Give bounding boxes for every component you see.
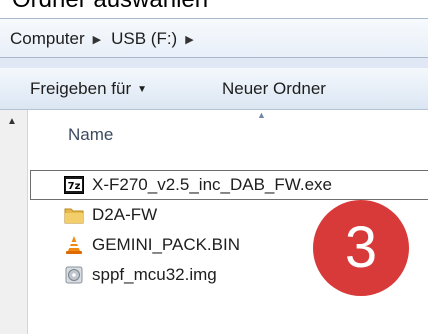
toolbar-spacer	[0, 58, 428, 68]
vlc-cone-icon	[64, 235, 84, 255]
step-number: 3	[344, 215, 378, 280]
new-folder-button[interactable]: Neuer Ordner	[222, 68, 326, 110]
folder-icon	[64, 205, 84, 225]
column-header-row: ▲ Name	[30, 110, 428, 154]
new-folder-label: Neuer Ordner	[222, 79, 326, 98]
breadcrumb-item-computer[interactable]: Computer	[8, 29, 87, 49]
dropdown-arrow-icon: ▼	[137, 83, 148, 95]
breadcrumb-item-usb[interactable]: USB (F:)	[109, 29, 179, 49]
file-name: GEMINI_PACK.BIN	[92, 235, 240, 254]
vertical-scrollbar[interactable]: ▲	[0, 110, 28, 334]
step-number-badge: 3	[313, 200, 409, 296]
file-row[interactable]: 7z X-F270_v2.5_inc_DAB_FW.exe	[30, 170, 428, 200]
file-name: X-F270_v2.5_inc_DAB_FW.exe	[92, 175, 333, 194]
column-header-name[interactable]: Name	[68, 125, 113, 145]
sort-ascending-icon: ▲	[257, 110, 266, 120]
window-caption-strip: Ordner auswählen	[0, 0, 428, 18]
breadcrumb: Computer ▶ USB (F:) ▶	[8, 19, 202, 59]
breadcrumb-chevron-icon[interactable]: ▶	[185, 33, 193, 46]
7zip-archive-icon: 7z	[64, 175, 84, 195]
share-with-label: Freigeben für	[30, 79, 132, 98]
share-with-button[interactable]: Freigeben für ▼	[30, 68, 147, 110]
breadcrumb-chevron-icon[interactable]: ▶	[93, 33, 101, 46]
file-name: sppf_mcu32.img	[92, 265, 217, 284]
scroll-up-arrow-icon[interactable]: ▲	[7, 116, 17, 127]
svg-text:7z: 7z	[68, 181, 81, 192]
window-caption: Ordner auswählen	[12, 0, 208, 14]
command-toolbar: Freigeben für ▼ Neuer Ordner	[0, 68, 428, 110]
file-name: D2A-FW	[92, 205, 158, 224]
address-bar[interactable]: Computer ▶ USB (F:) ▶	[0, 18, 428, 58]
disc-image-icon	[64, 265, 84, 285]
